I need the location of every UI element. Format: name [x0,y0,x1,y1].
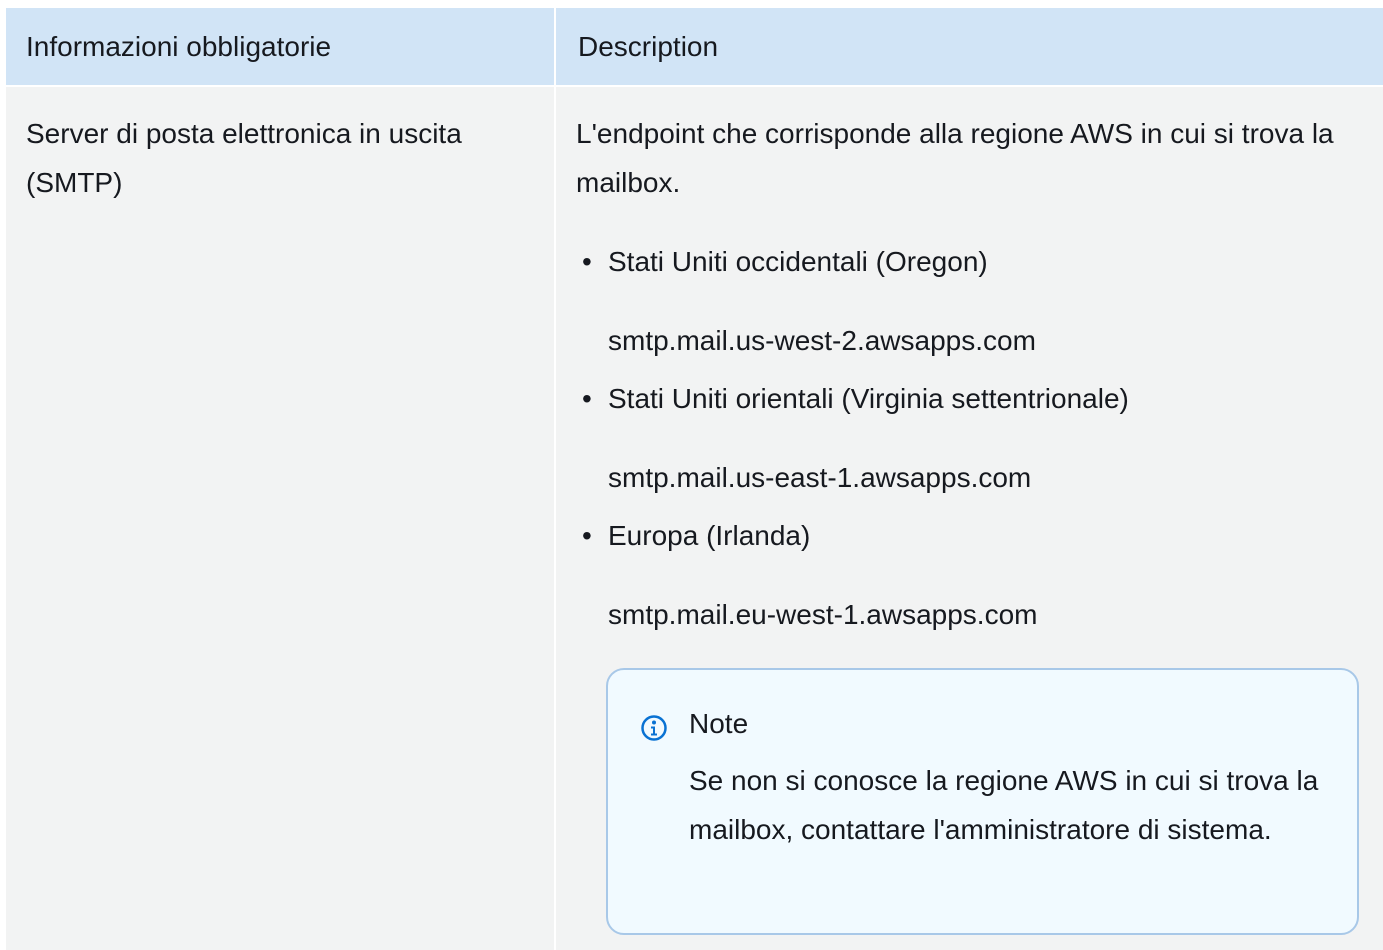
region-list: • Stati Uniti occidentali (Oregon) smtp.… [576,237,1366,639]
bullet-icon: • [582,383,592,414]
description-text: L'endpoint che corrisponde alla regione … [576,118,1334,198]
endpoint-url: smtp.mail.us-west-2.awsapps.com [608,325,1036,356]
endpoint-url: smtp.mail.us-east-1.awsapps.com [608,462,1032,493]
bullet-icon: • [582,520,592,551]
note-title: Note [689,708,749,739]
field-name-cell: Server di posta elettronica in uscita (S… [26,118,462,198]
note-callout: Note Se non si conosce la regione AWS in… [606,668,1359,935]
region-name: Europa (Irlanda) [608,520,811,551]
info-icon [641,715,667,741]
description-cell: L'endpoint che corrisponde alla regione … [576,109,1366,648]
list-item: • Stati Uniti occidentali (Oregon) smtp.… [576,237,1366,365]
region-name: Stati Uniti occidentali (Oregon) [608,246,988,277]
list-item: • Stati Uniti orientali (Virginia setten… [576,374,1366,502]
column-divider [554,87,556,950]
header-required-info: Informazioni obbligatorie [26,30,332,62]
note-text: Se non si conosce la regione AWS in cui … [689,765,1319,845]
list-item: • Europa (Irlanda) smtp.mail.eu-west-1.a… [576,511,1366,639]
endpoint-url: smtp.mail.eu-west-1.awsapps.com [608,599,1038,630]
settings-table: Informazioni obbligatorie Description Se… [6,8,1383,950]
bullet-icon: • [582,246,592,277]
column-divider [554,8,556,85]
region-name: Stati Uniti orientali (Virginia settentr… [608,383,1129,414]
table-header-row: Informazioni obbligatorie Description [6,8,1383,85]
header-description: Description [578,30,719,62]
